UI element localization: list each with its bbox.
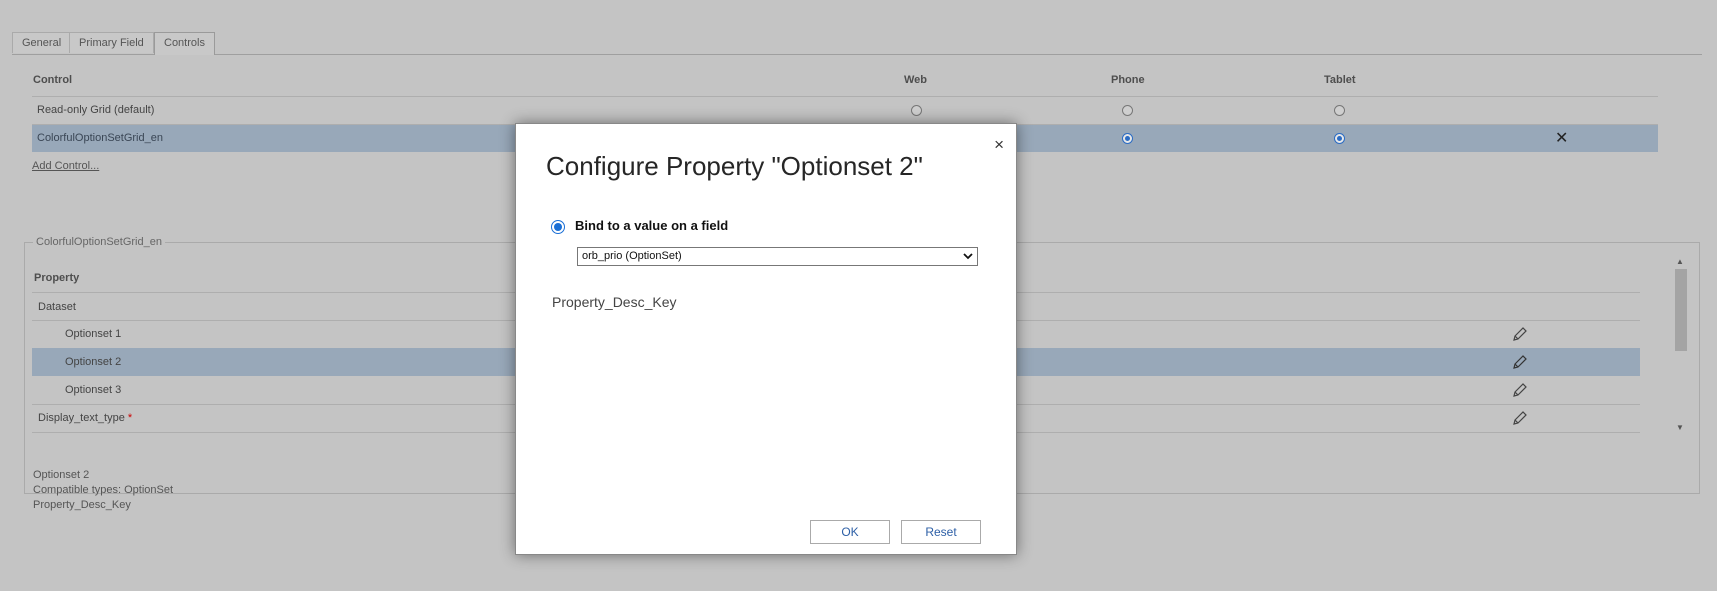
- pencil-icon[interactable]: [1512, 382, 1528, 398]
- scroll-thumb[interactable]: [1675, 269, 1687, 351]
- field-select[interactable]: orb_prio (OptionSet): [577, 247, 978, 266]
- column-header-phone: Phone: [1111, 74, 1145, 86]
- properties-scrollbar[interactable]: ▲ ▼: [1674, 255, 1688, 435]
- compatible-types: Compatible types: OptionSet: [33, 484, 174, 496]
- remove-control-icon[interactable]: ✕: [1555, 125, 1568, 152]
- pencil-icon[interactable]: [1512, 354, 1528, 370]
- tab-strip: General Primary Field Controls: [12, 32, 1702, 55]
- properties-legend: ColorfulOptionSetGrid_en: [33, 236, 165, 248]
- pencil-icon[interactable]: [1512, 410, 1528, 426]
- tablet-radio[interactable]: [1334, 133, 1345, 144]
- close-icon[interactable]: ×: [994, 136, 1004, 153]
- property-label: Optionset 2: [65, 356, 122, 368]
- scroll-up-icon[interactable]: ▲: [1676, 257, 1684, 266]
- chevron-down-icon: [963, 248, 973, 271]
- web-radio[interactable]: [911, 105, 922, 116]
- bind-field-label[interactable]: Bind to a value on a field: [575, 218, 728, 233]
- property-label: Dataset: [38, 301, 76, 313]
- tab-general[interactable]: General: [12, 32, 72, 53]
- pencil-icon[interactable]: [1512, 326, 1528, 342]
- phone-radio[interactable]: [1122, 133, 1133, 144]
- column-header-tablet: Tablet: [1324, 74, 1356, 86]
- ok-button[interactable]: OK: [810, 520, 890, 544]
- column-header-property: Property: [34, 272, 80, 284]
- property-label: Optionset 1: [65, 328, 122, 340]
- phone-radio[interactable]: [1122, 105, 1133, 116]
- column-header-web: Web: [904, 74, 928, 86]
- reset-button[interactable]: Reset: [901, 520, 981, 544]
- tablet-radio[interactable]: [1334, 105, 1345, 116]
- required-marker: *: [127, 412, 133, 424]
- scroll-down-icon[interactable]: ▼: [1676, 423, 1684, 432]
- control-name: ColorfulOptionSetGrid_en: [37, 132, 163, 144]
- property-label: Optionset 3: [65, 384, 122, 396]
- control-name: Read-only Grid (default): [37, 104, 155, 116]
- property-description: Property_Desc_Key: [552, 294, 677, 310]
- property-label: Display_text_type *: [38, 412, 133, 424]
- add-control-link[interactable]: Add Control...: [32, 160, 99, 172]
- bind-field-radio[interactable]: [551, 220, 565, 234]
- tab-primary-field[interactable]: Primary Field: [69, 32, 154, 53]
- dialog-title: Configure Property "Optionset 2": [546, 151, 923, 181]
- selected-property-name: Optionset 2: [33, 469, 90, 481]
- property-description-key: Property_Desc_Key: [33, 499, 131, 511]
- column-header-control: Control: [33, 74, 73, 86]
- configure-property-dialog: × Configure Property "Optionset 2" Bind …: [515, 123, 1017, 555]
- table-row[interactable]: Read-only Grid (default): [32, 97, 1658, 124]
- tab-controls[interactable]: Controls: [154, 32, 215, 55]
- field-select-value: orb_prio (OptionSet): [582, 250, 682, 262]
